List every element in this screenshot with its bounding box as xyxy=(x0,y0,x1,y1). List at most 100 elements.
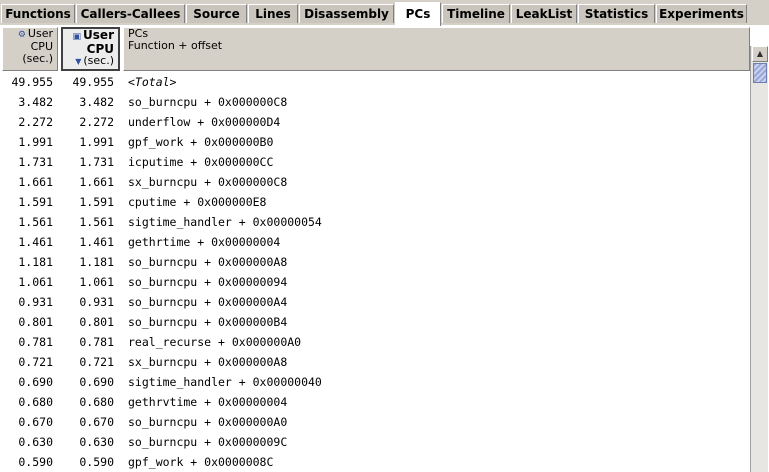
table-row[interactable]: 1.661 1.661 sx_burncpu + 0x000000C8 xyxy=(1,172,751,192)
exclusive-value: 0.931 xyxy=(79,295,114,309)
inclusive-value: 1.731 xyxy=(18,155,53,169)
exclusive-value: 1.181 xyxy=(79,255,114,269)
tab-statistics[interactable]: Statistics xyxy=(578,4,655,23)
tab-pcs[interactable]: PCs xyxy=(395,2,441,26)
table-row[interactable]: 1.731 1.731 icputime + 0x000000CC xyxy=(1,152,751,172)
exclusive-value: 2.272 xyxy=(79,115,114,129)
pc-name: gethrvtime + 0x00000004 xyxy=(128,395,288,409)
table-row[interactable]: 3.482 3.482 so_burncpu + 0x000000C8 xyxy=(1,92,751,112)
inclusive-value: 1.991 xyxy=(18,135,53,149)
pc-name: so_burncpu + 0x0000009C xyxy=(128,435,288,449)
pc-name: sigtime_handler + 0x00000054 xyxy=(128,215,322,229)
table-row[interactable]: 1.561 1.561 sigtime_handler + 0x00000054 xyxy=(1,212,751,232)
inclusive-value: 0.721 xyxy=(18,355,53,369)
exclusive-value: 0.590 xyxy=(79,455,114,469)
pcs-table-body: 49.955 49.955 <Total> 3.482 3.482 so_bur… xyxy=(1,72,751,472)
arrow-up-icon[interactable]: ▲ xyxy=(752,46,768,62)
table-row[interactable]: 0.630 0.630 so_burncpu + 0x0000009C xyxy=(1,432,751,452)
inclusive-value: 0.670 xyxy=(18,415,53,429)
pc-name: so_burncpu + 0x00000094 xyxy=(128,275,288,289)
exclusive-value: 0.781 xyxy=(79,335,114,349)
exclusive-value: 1.991 xyxy=(79,135,114,149)
pc-name: sx_burncpu + 0x000000C8 xyxy=(128,175,288,189)
pc-name: cputime + 0x000000E8 xyxy=(128,195,267,209)
pcs-panel: ⚙ User CPU (sec.) ▣ User CPU ▼ (sec.) PCs F… xyxy=(0,26,769,472)
pc-name: so_burncpu + 0x000000B4 xyxy=(128,315,288,329)
table-row[interactable]: 0.690 0.690 sigtime_handler + 0x00000040 xyxy=(1,372,751,392)
inclusive-value: 0.680 xyxy=(18,395,53,409)
tab-disassembly[interactable]: Disassembly xyxy=(299,4,394,23)
pc-name: <Total> xyxy=(128,75,177,89)
column-header-pcs[interactable]: PCs Function + offset xyxy=(123,27,750,71)
table-row[interactable]: 0.931 0.931 so_burncpu + 0x000000A4 xyxy=(1,292,751,312)
inclusive-value: 0.630 xyxy=(18,435,53,449)
exclusive-value: 0.680 xyxy=(79,395,114,409)
table-row[interactable]: 1.061 1.061 so_burncpu + 0x00000094 xyxy=(1,272,751,292)
pc-name: real_recurse + 0x000000A0 xyxy=(128,335,302,349)
exclusive-value: 1.731 xyxy=(79,155,114,169)
pc-name: sx_burncpu + 0x000000A8 xyxy=(128,355,288,369)
pc-name: gpf_work + 0x000000B0 xyxy=(128,135,274,149)
table-row[interactable]: 2.272 2.272 underflow + 0x000000D4 xyxy=(1,112,751,132)
tab-bar: Functions Callers-Callees Source Lines D… xyxy=(0,0,769,26)
tab-functions[interactable]: Functions xyxy=(1,4,75,23)
tab-experiments[interactable]: Experiments xyxy=(656,4,747,23)
table-row[interactable]: 0.721 0.721 sx_burncpu + 0x000000A8 xyxy=(1,352,751,372)
exclusive-value: 0.670 xyxy=(79,415,114,429)
inclusive-value: 0.590 xyxy=(18,455,53,469)
table-row[interactable]: 0.680 0.680 gethrvtime + 0x00000004 xyxy=(1,392,751,412)
exclusive-value: 1.661 xyxy=(79,175,114,189)
inclusive-value: 1.461 xyxy=(18,235,53,249)
table-row-total[interactable]: 49.955 49.955 <Total> xyxy=(1,72,751,92)
inclusive-value: 2.272 xyxy=(18,115,53,129)
pc-name: underflow + 0x000000D4 xyxy=(128,115,281,129)
exclusive-value: 3.482 xyxy=(79,95,114,109)
pc-name: so_burncpu + 0x000000A4 xyxy=(128,295,288,309)
tab-timeline[interactable]: Timeline xyxy=(442,4,510,23)
inclusive-value: 1.181 xyxy=(18,255,53,269)
pc-name: gpf_work + 0x0000008C xyxy=(128,455,274,469)
exclusive-value: 0.690 xyxy=(79,375,114,389)
pc-name: sigtime_handler + 0x00000040 xyxy=(128,375,322,389)
exclusive-value: 1.591 xyxy=(79,195,114,209)
pc-name: so_burncpu + 0x000000A0 xyxy=(128,415,288,429)
inclusive-value: 1.061 xyxy=(18,275,53,289)
table-row[interactable]: 1.991 1.991 gpf_work + 0x000000B0 xyxy=(1,132,751,152)
inclusive-value: 3.482 xyxy=(18,95,53,109)
table-row[interactable]: 1.181 1.181 so_burncpu + 0x000000A8 xyxy=(1,252,751,272)
exclusive-value: 1.561 xyxy=(79,215,114,229)
exclusive-icon: ▣ xyxy=(72,32,82,42)
table-row[interactable]: 0.590 0.590 gpf_work + 0x0000008C xyxy=(1,452,751,472)
table-row[interactable]: 0.801 0.801 so_burncpu + 0x000000B4 xyxy=(1,312,751,332)
tab-callers-callees[interactable]: Callers-Callees xyxy=(76,4,185,23)
exclusive-value: 1.461 xyxy=(79,235,114,249)
tab-source[interactable]: Source xyxy=(186,4,247,23)
tab-leaklist[interactable]: LeakList xyxy=(511,4,577,23)
inclusive-value: 0.781 xyxy=(18,335,53,349)
exclusive-value: 0.630 xyxy=(79,435,114,449)
inclusive-value: 0.801 xyxy=(18,315,53,329)
pc-name: so_burncpu + 0x000000A8 xyxy=(128,255,288,269)
table-row[interactable]: 1.591 1.591 cputime + 0x000000E8 xyxy=(1,192,751,212)
exclusive-value: 1.061 xyxy=(79,275,114,289)
tab-lines[interactable]: Lines xyxy=(248,4,298,23)
pc-name: icputime + 0x000000CC xyxy=(128,155,274,169)
column-header-inclusive-user-cpu[interactable]: ⚙ User CPU (sec.) xyxy=(2,27,58,71)
table-row[interactable]: 1.461 1.461 gethrtime + 0x00000004 xyxy=(1,232,751,252)
scroll-thumb[interactable] xyxy=(753,63,767,83)
inclusive-icon: ⚙ xyxy=(17,30,26,40)
inclusive-value: 1.591 xyxy=(18,195,53,209)
column-header-exclusive-user-cpu[interactable]: ▣ User CPU ▼ (sec.) xyxy=(61,27,120,71)
vertical-scrollbar[interactable]: ▲ xyxy=(750,46,768,472)
exclusive-value: 0.801 xyxy=(79,315,114,329)
sort-descending-icon: ▼ xyxy=(75,57,82,66)
inclusive-value: 49.955 xyxy=(11,75,53,89)
pc-name: so_burncpu + 0x000000C8 xyxy=(128,95,288,109)
exclusive-value: 0.721 xyxy=(79,355,114,369)
pc-name: gethrtime + 0x00000004 xyxy=(128,235,281,249)
table-row[interactable]: 0.781 0.781 real_recurse + 0x000000A0 xyxy=(1,332,751,352)
inclusive-value: 0.931 xyxy=(18,295,53,309)
exclusive-value: 49.955 xyxy=(72,75,114,89)
inclusive-value: 0.690 xyxy=(18,375,53,389)
table-row[interactable]: 0.670 0.670 so_burncpu + 0x000000A0 xyxy=(1,412,751,432)
